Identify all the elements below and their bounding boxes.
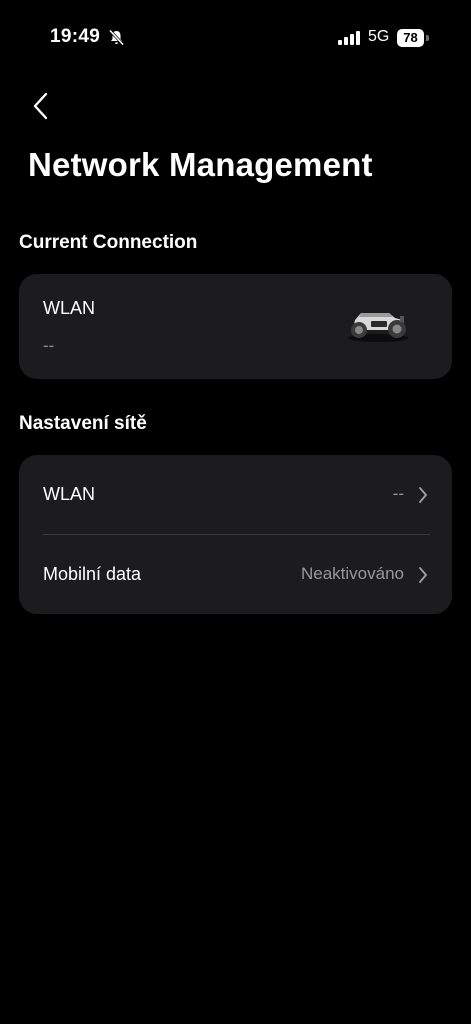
settings-row-mobile-data[interactable]: Mobilní data Neaktivováno xyxy=(19,535,452,613)
connection-label: WLAN xyxy=(43,298,96,318)
row-label: Mobilní data xyxy=(43,564,142,584)
current-connection-card: WLAN -- xyxy=(19,274,452,379)
battery-icon: 78 xyxy=(397,29,424,47)
robot-mower-image xyxy=(348,313,408,342)
connection-value: -- xyxy=(43,336,55,355)
page-title: Network Management xyxy=(28,146,373,183)
status-time: 19:49 xyxy=(50,26,101,47)
section-title-network-settings: Nastavení sítě xyxy=(19,413,147,434)
row-label: WLAN xyxy=(43,484,96,504)
back-button[interactable] xyxy=(28,88,58,124)
section-title-current-connection: Current Connection xyxy=(19,232,198,253)
battery-cap xyxy=(426,35,429,41)
chevron-right-icon xyxy=(419,567,427,583)
bell-muted-icon xyxy=(108,29,125,46)
row-value: -- xyxy=(392,484,404,503)
chevron-right-icon xyxy=(419,487,427,503)
row-value: Neaktivováno xyxy=(300,564,404,583)
cellular-signal-icon xyxy=(338,31,360,45)
network-settings-card: WLAN -- Mobilní data Neaktivováno xyxy=(19,455,452,614)
network-management-screen: 19:49 5G 78 Network Management Current C… xyxy=(0,0,471,1024)
status-bar: 19:49 5G 78 xyxy=(0,0,471,60)
settings-row-wlan[interactable]: WLAN -- xyxy=(19,455,452,535)
network-type: 5G xyxy=(368,28,390,45)
